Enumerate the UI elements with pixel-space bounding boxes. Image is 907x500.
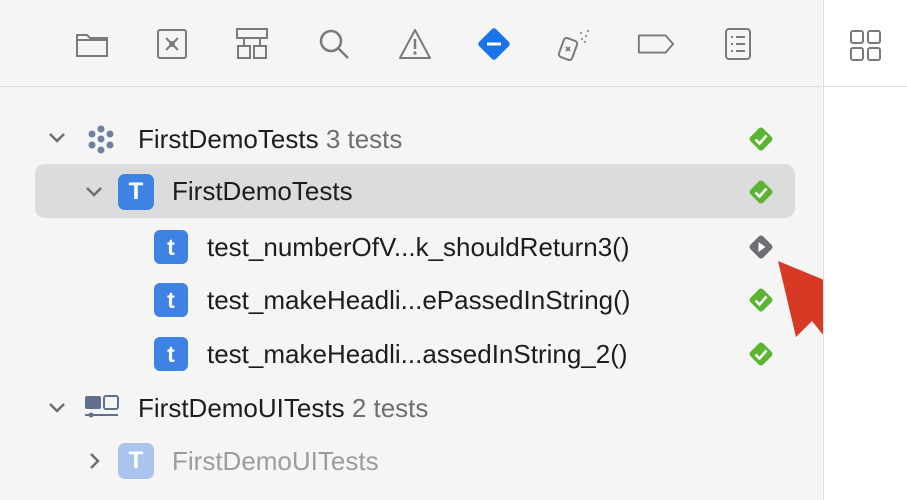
folder-icon[interactable]: [72, 24, 112, 64]
navigator-toolbar: [0, 0, 822, 87]
warning-icon[interactable]: [395, 24, 435, 64]
test-method-badge-icon: t: [154, 337, 188, 371]
chevron-down-icon[interactable]: [46, 397, 68, 419]
test-class-badge-icon: T: [118, 174, 154, 210]
test-name: test_numberOfV...k_shouldReturn3(): [207, 231, 630, 262]
test-plan-icon: [88, 125, 114, 154]
test-name: test_makeHeadli...assedInString_2(): [207, 338, 628, 369]
grid-icon[interactable]: [848, 28, 884, 64]
project-name: FirstDemoTests: [138, 123, 319, 154]
test-method-badge-icon: t: [154, 283, 188, 317]
ui-project-test-count: 2 tests: [351, 392, 429, 423]
chevron-down-icon[interactable]: [83, 181, 105, 203]
ui-project-name: FirstDemoUITests: [138, 392, 345, 423]
chevron-right-icon[interactable]: [84, 450, 106, 472]
test-navigator-icon[interactable]: [474, 24, 514, 64]
test-name: test_makeHeadli...ePassedInString(): [207, 284, 631, 315]
report-icon[interactable]: [718, 24, 758, 64]
passed-check-icon: [749, 127, 773, 151]
suite-name: FirstDemoTests: [172, 175, 353, 206]
source-control-icon[interactable]: [152, 24, 192, 64]
chevron-down-icon[interactable]: [46, 127, 68, 149]
debug-icon[interactable]: [554, 24, 594, 64]
passed-check-icon: [749, 180, 773, 204]
test-navigator-panel: FirstDemoTests 3 tests T FirstDemoTests …: [0, 0, 896, 500]
ui-suite-name: FirstDemoUITests: [172, 445, 379, 476]
hierarchy-icon[interactable]: [232, 24, 272, 64]
editor-toolbar: [824, 0, 907, 87]
ui-test-target-icon: [85, 395, 119, 418]
project-test-count: 3 tests: [325, 123, 403, 154]
test-class-badge-icon: T: [118, 443, 154, 479]
breakpoint-icon[interactable]: [636, 24, 676, 64]
search-icon[interactable]: [314, 24, 354, 64]
test-method-badge-icon: t: [154, 230, 188, 264]
editor-area: [823, 0, 907, 500]
